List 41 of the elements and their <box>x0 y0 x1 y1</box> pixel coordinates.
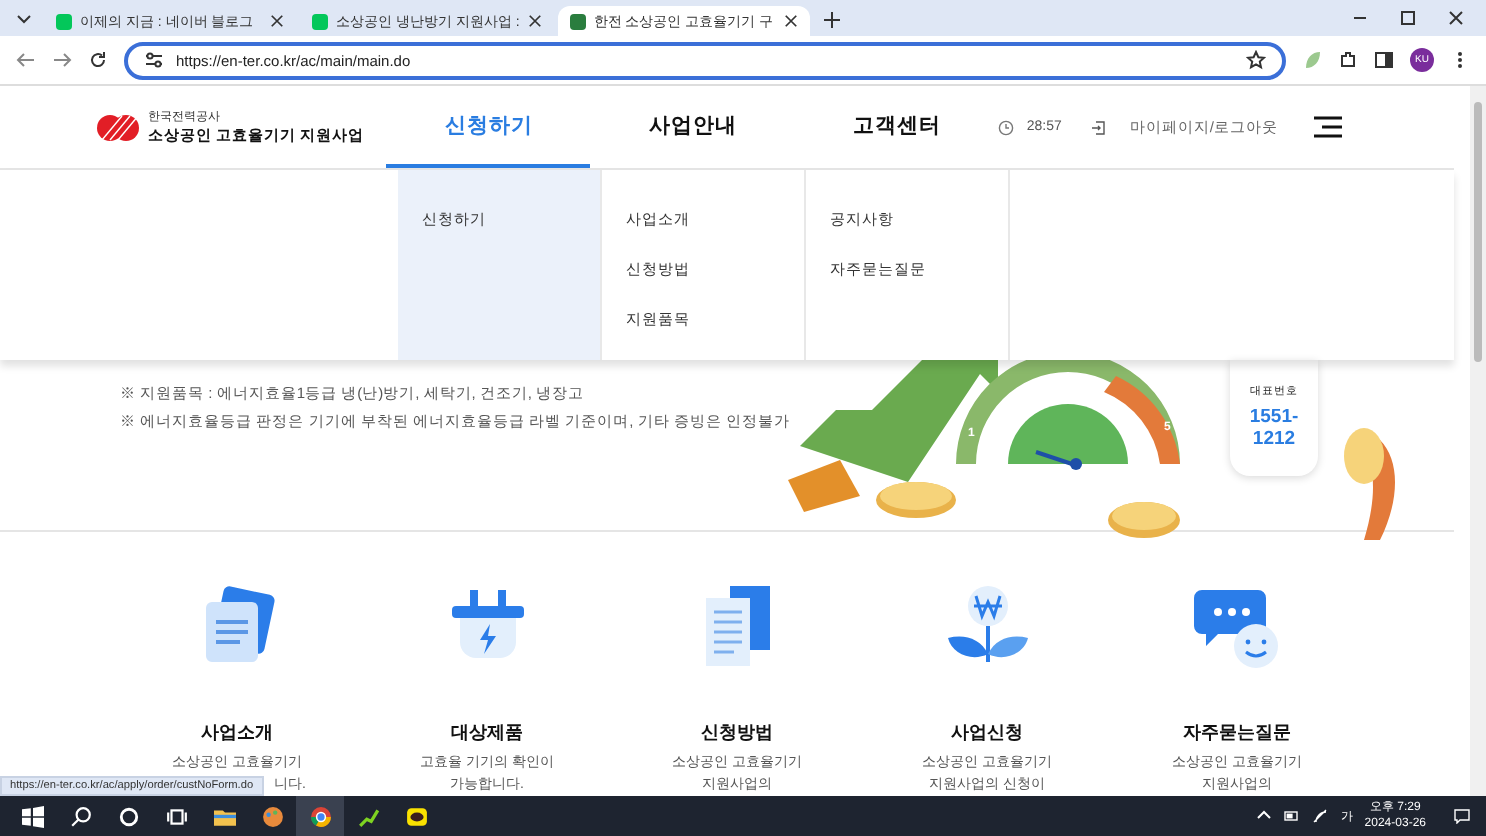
phone-number[interactable]: 1551- <box>1249 405 1299 429</box>
clock-icon <box>998 119 1015 135</box>
card-title[interactable]: 대상제품 <box>451 720 523 746</box>
extensions-icon[interactable] <box>1338 50 1358 70</box>
back-icon[interactable] <box>16 50 36 70</box>
chevron-up-icon[interactable] <box>1256 808 1273 824</box>
palette-icon[interactable] <box>261 805 283 827</box>
nav-tab[interactable]: 사업안내 <box>590 86 795 168</box>
maximize-icon[interactable] <box>1398 8 1418 28</box>
network-icon[interactable] <box>1312 808 1329 824</box>
phone-number[interactable]: 1212 <box>1252 428 1296 452</box>
side-panel-icon[interactable] <box>1374 50 1394 70</box>
new-tab-icon[interactable] <box>821 10 842 30</box>
battery-icon[interactable] <box>1284 808 1301 824</box>
card-title[interactable]: 사업신청 <box>951 720 1023 746</box>
star-icon[interactable] <box>1246 50 1266 70</box>
chart-line-icon[interactable] <box>357 805 379 827</box>
reload-icon[interactable] <box>88 50 108 70</box>
search-icon[interactable] <box>69 805 91 827</box>
browser-taskbar-button[interactable] <box>296 796 344 836</box>
task-view-icon[interactable] <box>165 805 187 827</box>
close-icon[interactable] <box>527 14 542 28</box>
circle-icon[interactable] <box>117 805 139 827</box>
folder-icon[interactable] <box>213 805 235 827</box>
logo-icon <box>96 113 140 141</box>
card-title[interactable]: 자주묻는질문 <box>1183 720 1291 746</box>
menu-icon[interactable] <box>1314 116 1342 138</box>
forward-icon[interactable] <box>52 50 72 70</box>
browser-icon[interactable] <box>309 805 331 827</box>
nav-tab[interactable]: 고객센터 <box>794 86 999 168</box>
notification-icon[interactable] <box>1454 808 1470 824</box>
close-icon[interactable] <box>783 14 798 28</box>
windows-icon[interactable] <box>21 805 43 827</box>
card-title[interactable]: 사업소개 <box>201 720 273 746</box>
chevron-down-icon[interactable] <box>16 10 32 26</box>
login-icon <box>1089 119 1106 135</box>
close-icon[interactable] <box>1446 8 1466 28</box>
close-icon[interactable] <box>270 14 284 28</box>
chat-icon[interactable] <box>405 805 427 827</box>
site-settings-icon[interactable] <box>144 50 164 70</box>
card-title[interactable]: 신청방법 <box>701 720 773 746</box>
